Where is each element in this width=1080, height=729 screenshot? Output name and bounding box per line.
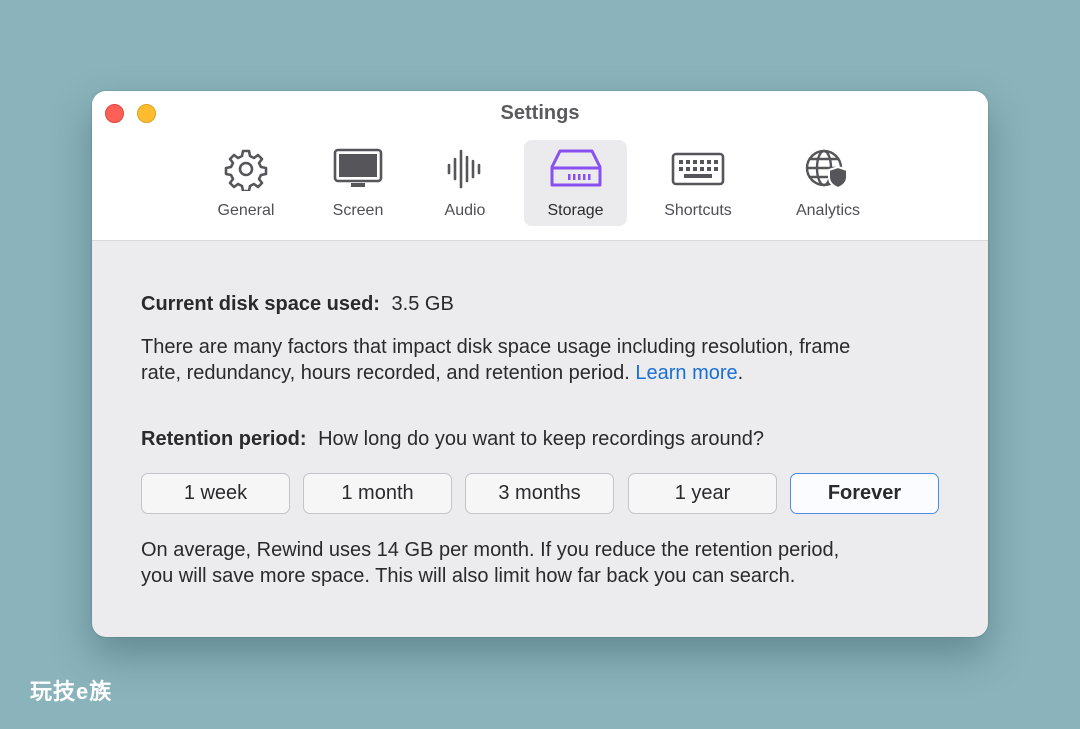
tab-shortcuts[interactable]: Shortcuts	[654, 140, 742, 226]
tab-general-label: General	[217, 202, 275, 219]
tab-storage[interactable]: Storage	[524, 140, 627, 226]
tab-shortcuts-label: Shortcuts	[664, 202, 732, 219]
monitor-icon	[330, 146, 386, 192]
period: .	[737, 362, 744, 384]
retention-label: Retention period:	[141, 428, 307, 450]
retention-option-1-month[interactable]: 1 month	[303, 473, 452, 514]
disk-usage-label: Current disk space used:	[141, 293, 380, 315]
storage-drive-icon	[548, 146, 604, 192]
retention-option-1-week[interactable]: 1 week	[141, 473, 290, 514]
tab-analytics[interactable]: Analytics	[786, 140, 870, 226]
average-note-line2: you will save more space. This will also…	[141, 565, 796, 587]
retention-options: 1 week 1 month 3 months 1 year Forever	[141, 473, 941, 514]
factors-text-line2-body: rate, redundancy, hours recorded, and re…	[141, 362, 630, 384]
tab-audio-label: Audio	[444, 202, 486, 219]
factors-text-line2: rate, redundancy, hours recorded, and re…	[141, 360, 743, 386]
globe-shield-icon	[800, 146, 856, 192]
tab-storage-label: Storage	[547, 202, 604, 219]
tab-analytics-label: Analytics	[795, 202, 861, 219]
audio-waveform-icon	[437, 146, 493, 192]
disk-usage-row: Current disk space used: 3.5 GB	[141, 291, 454, 317]
tab-screen-label: Screen	[332, 202, 384, 219]
disk-usage-value: 3.5 GB	[391, 293, 454, 315]
retention-option-1-year[interactable]: 1 year	[628, 473, 777, 514]
toolbar: Settings General Screen Audio Storage Sh…	[92, 91, 988, 241]
average-note-line1: On average, Rewind uses 14 GB per month.…	[141, 539, 840, 561]
tab-general[interactable]: General	[204, 140, 288, 226]
learn-more-link[interactable]: Learn more	[635, 362, 737, 384]
settings-window: Settings General Screen Audio Storage Sh…	[92, 91, 988, 637]
retention-option-forever[interactable]: Forever	[790, 473, 939, 514]
retention-question: How long do you want to keep recordings …	[318, 428, 764, 450]
tab-screen[interactable]: Screen	[320, 140, 396, 226]
tab-audio[interactable]: Audio	[432, 140, 498, 226]
factors-text-line1: There are many factors that impact disk …	[141, 336, 851, 358]
window-title: Settings	[500, 102, 580, 124]
watermark-logo: 玩技e族	[30, 679, 113, 704]
retention-row: Retention period: How long do you want t…	[141, 426, 764, 452]
retention-option-3-months[interactable]: 3 months	[465, 473, 614, 514]
gear-icon	[218, 146, 274, 192]
keyboard-icon	[670, 146, 726, 192]
